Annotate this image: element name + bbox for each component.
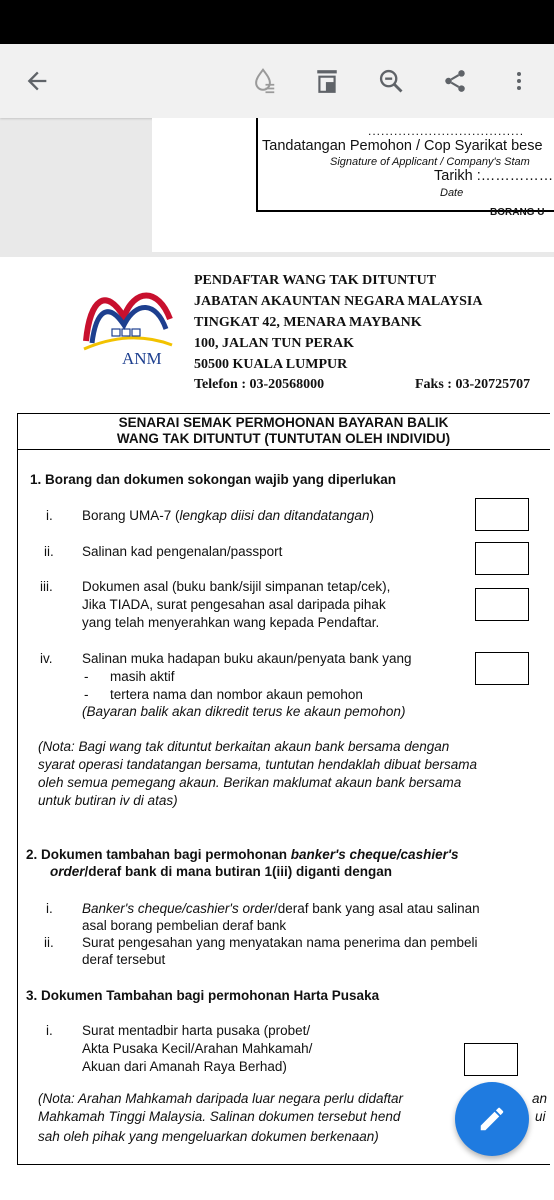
previous-page-fragment: .................................... Tan… (152, 118, 554, 252)
ink-drop-icon (255, 68, 275, 94)
item-1-iii-line-1: Dokumen asal (buku bank/sijil simpanan t… (82, 579, 391, 594)
item-2-ii-line-1: Surat pengesahan yang menyatakan nama pe… (82, 935, 478, 950)
item-1-iii-number: iii. (40, 579, 53, 594)
app-toolbar (0, 44, 554, 118)
form-title-box: SENARAI SEMAK PERMOHONAN BAYARAN BALIK W… (17, 413, 550, 450)
signature-label: Tandatangan Pemohon / Cop Syarikat bese (262, 138, 543, 154)
checkbox-3-i[interactable] (464, 1043, 518, 1076)
item-1-iv-line-3: tertera nama dan nombor akaun pemohon (110, 687, 363, 702)
item-1-iv-line-4: (Bayaran balik akan dikredit terus ke ak… (82, 704, 406, 719)
section-2-heading-line-2: order/deraf bank di mana butiran 1(iii) … (50, 864, 393, 879)
signature-label-en: Signature of Applicant / Company's Stam (330, 156, 530, 168)
section-3-note-line-2: Mahkamah Tinggi Malaysia. Salinan dokume… (38, 1109, 401, 1124)
section-1-note-line-2: syarat operasi tandatangan bersama, tunt… (38, 757, 478, 772)
item-1-ii-text: Salinan kad pengenalan/passport (82, 544, 283, 559)
item-1-iv-dash-1: - (84, 669, 89, 684)
edit-fab-button[interactable] (455, 1082, 529, 1156)
status-bar (0, 0, 554, 44)
item-2-i-line-2: asal borang pembelian deraf bank (82, 918, 287, 933)
item-2-ii-number: ii. (44, 935, 54, 950)
item-1-iv-number: iv. (40, 651, 53, 666)
zoom-out-button[interactable] (368, 58, 414, 104)
date-label-en: Date (440, 187, 464, 199)
section-3-heading: 3. Dokumen Tambahan bagi permohonan Hart… (26, 988, 380, 1003)
arrow-left-icon (27, 71, 47, 91)
page-layout-button[interactable] (304, 58, 350, 104)
item-3-i-number: i. (46, 1023, 53, 1038)
checkbox-1-iii[interactable] (475, 588, 529, 621)
header-line-3: TINGKAT 42, MENARA MAYBANK (194, 315, 422, 330)
item-2-i-number: i. (46, 901, 53, 916)
item-2-i-line-1: Banker's cheque/cashier's order/deraf ba… (82, 901, 480, 916)
checkbox-1-i[interactable] (475, 498, 529, 531)
section-1-note-line-4: untuk butiran iv di atas) (38, 793, 178, 808)
pencil-edit-icon (480, 1107, 504, 1131)
item-1-ii-number: ii. (44, 544, 54, 559)
ink-drop-button[interactable] (240, 58, 286, 104)
share-icon (445, 70, 465, 92)
item-1-i-number: i. (46, 508, 53, 523)
more-options-button[interactable] (496, 58, 542, 104)
item-1-i-text: Borang UMA-7 (lengkap diisi dan ditandat… (82, 508, 374, 523)
header-faks: Faks : 03-20725707 (415, 377, 531, 392)
item-3-i-line-2: Akta Pusaka Kecil/Arahan Mahkamah/ (82, 1041, 313, 1056)
item-1-iv-line-2: masih aktif (110, 669, 175, 684)
item-1-iii-line-3: yang telah menyerahkan wang kepada Penda… (82, 615, 380, 630)
header-line-1: PENDAFTAR WANG TAK DITUNTUT (194, 273, 437, 288)
document-page: ANM PENDAFTAR WANG TAK DITUNTUT JABATAN … (0, 257, 554, 1200)
anm-logo: ANM (76, 279, 176, 371)
item-1-iv-line-1: Salinan muka hadapan buku akaun/penyata … (82, 651, 412, 666)
date-label: Tarikh :…………… (434, 168, 554, 184)
anm-logo-graphic (83, 292, 173, 351)
section-3-note-line-3: sah oleh pihak yang mengeluarkan dokumen… (38, 1129, 379, 1144)
section-3-note-line-1-end: an (532, 1091, 548, 1106)
header-line-5: 50500 KUALA LUMPUR (194, 357, 348, 372)
more-vertical-icon (517, 72, 521, 90)
section-3-note-line-1: (Nota: Arahan Mahkamah daripada luar neg… (38, 1091, 403, 1106)
form-title-line-1: SENARAI SEMAK PERMOHONAN BAYARAN BALIK (118, 415, 449, 430)
page-layout-icon (317, 70, 337, 93)
form-title-line-2: WANG TAK DITUNTUT (TUNTUTAN OLEH INDIVID… (116, 431, 451, 446)
item-3-i-line-3: Akuan dari Amanah Raya Berhad) (82, 1059, 287, 1074)
item-1-iv-dash-2: - (84, 687, 89, 702)
section-3-note-line-2-end: ui (535, 1109, 546, 1124)
header-line-4: 100, JALAN TUN PERAK (194, 336, 354, 351)
item-3-i-line-1: Surat mentadbir harta pusaka (probet/ (82, 1023, 311, 1038)
section-1-heading: 1. Borang dan dokumen sokongan wajib yan… (30, 472, 397, 487)
header-line-2: JABATAN AKAUNTAN NEGARA MALAYSIA (194, 294, 483, 309)
item-2-ii-line-2: deraf tersebut (82, 952, 166, 967)
header-telefon: Telefon : 03-20568000 (194, 377, 325, 392)
checkbox-1-iv[interactable] (475, 652, 529, 685)
section-2-heading-line-1: 2. Dokumen tambahan bagi permohonan bank… (26, 847, 459, 862)
checkbox-1-ii[interactable] (475, 542, 529, 575)
back-button[interactable] (14, 58, 60, 104)
section-1-note-line-3: oleh semua pemegang akaun. Berikan maklu… (38, 775, 462, 790)
signature-dots: .................................... (368, 124, 525, 138)
item-1-iii-line-2: Jika TIADA, surat pengesahan asal daripa… (82, 597, 386, 612)
section-1-note-line-1: (Nota: Bagi wang tak dituntut berkaitan … (38, 739, 450, 754)
form-code: BORANG U (490, 207, 545, 218)
zoom-out-icon (379, 69, 403, 93)
logo-text: ANM (122, 349, 162, 368)
share-button[interactable] (432, 58, 478, 104)
